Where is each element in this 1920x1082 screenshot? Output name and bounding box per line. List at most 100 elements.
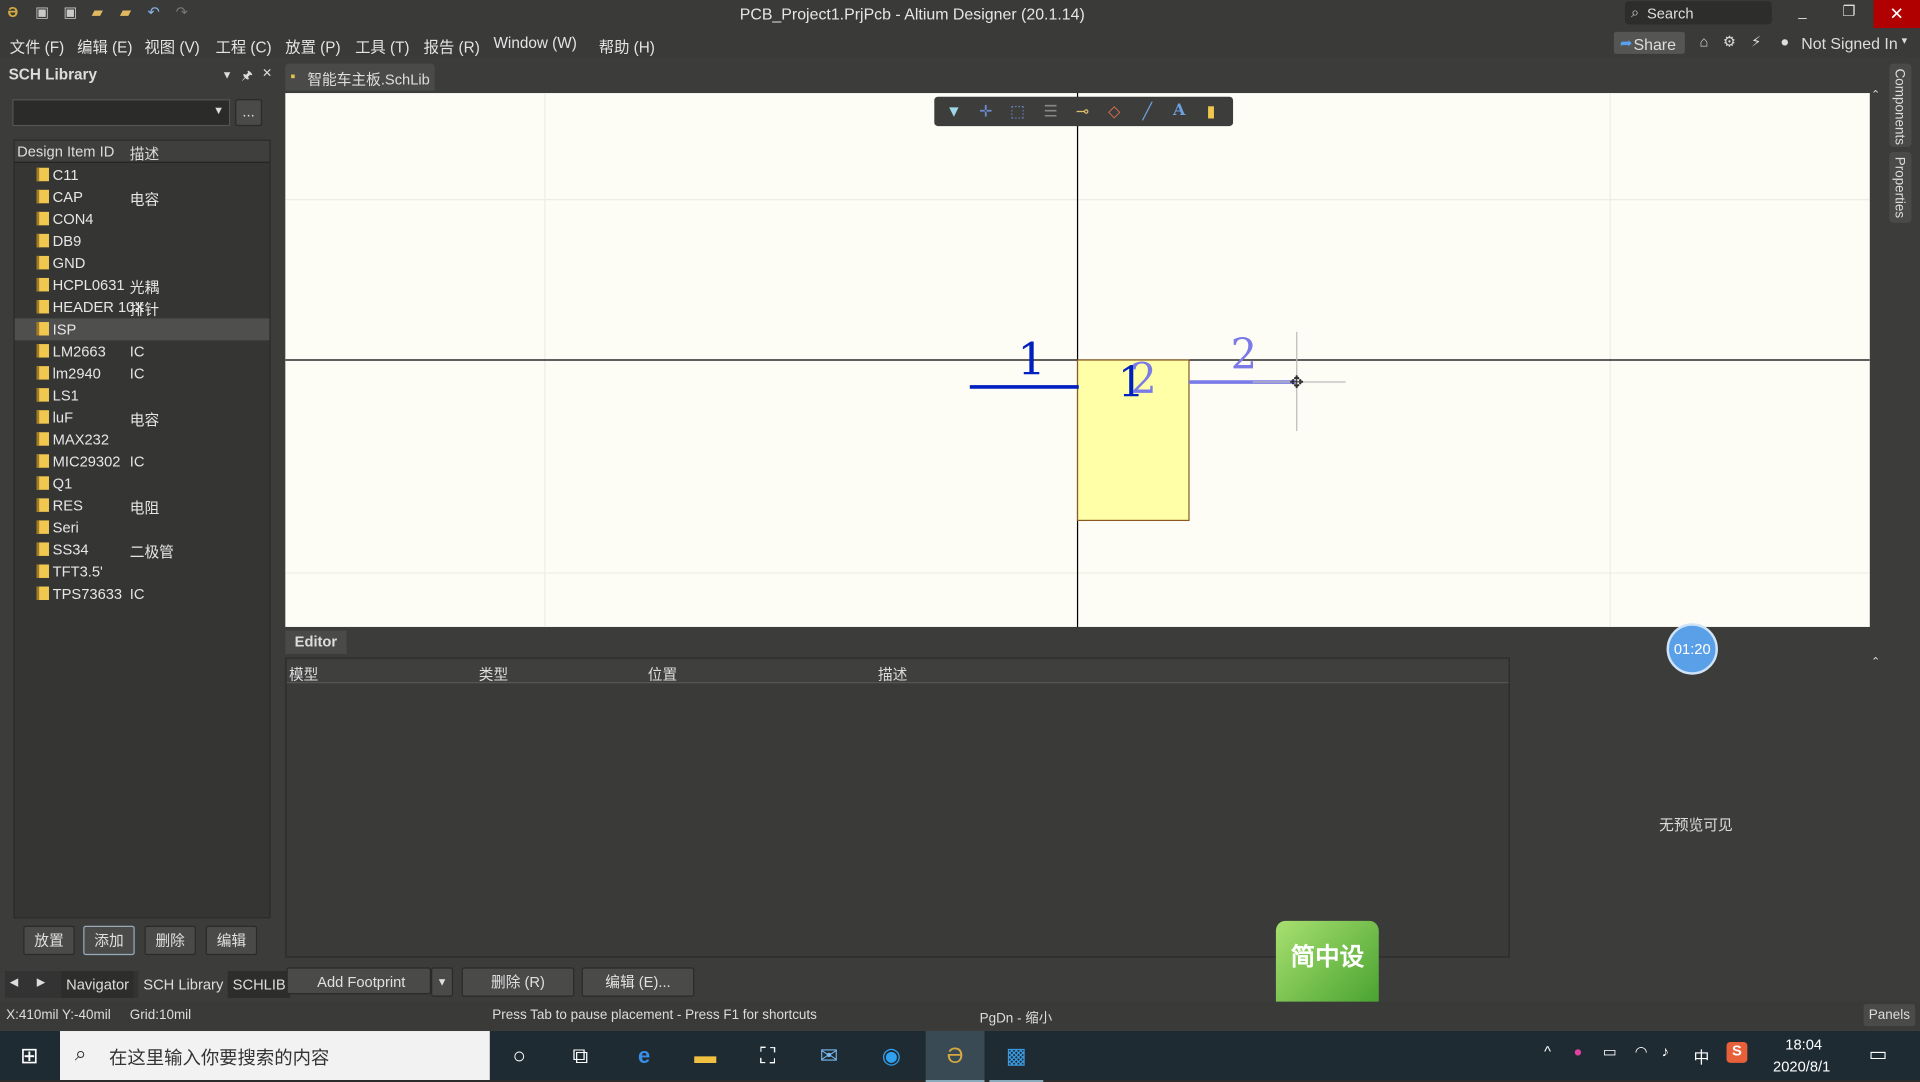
list-item[interactable]: ISP — [14, 318, 270, 341]
menu-file[interactable]: 文件 (F) — [10, 34, 64, 57]
place-button[interactable]: 放置 — [23, 925, 75, 956]
side-tab-components[interactable]: Components — [1889, 63, 1912, 147]
close-button[interactable]: ✕ — [1873, 0, 1920, 29]
filter-icon[interactable]: ▼ — [944, 102, 964, 122]
search-box[interactable]: ⌕ Search — [1624, 1, 1772, 25]
restore-button[interactable]: ❐ — [1837, 2, 1861, 19]
list-item[interactable]: TPS73633 IC — [15, 583, 270, 605]
list-item[interactable]: C11 — [15, 164, 270, 186]
windows-start-icon[interactable]: ⊞ — [15, 1041, 44, 1070]
column-description[interactable]: 描述 — [878, 664, 907, 685]
clock-date[interactable]: 2020/8/1 — [1773, 1058, 1830, 1075]
list-item[interactable]: Q1 — [15, 473, 270, 495]
qq-tray-icon[interactable]: ● — [1573, 1043, 1582, 1060]
list-item[interactable]: lm2940 IC — [15, 362, 270, 384]
list-item[interactable]: SS34 二极管 — [15, 539, 270, 561]
place-pin-icon[interactable]: ⊸ — [1073, 102, 1093, 122]
add-footprint-dropdown-icon[interactable]: ▼ — [431, 967, 454, 997]
altium-taskbar-button[interactable]: Ə — [925, 1031, 985, 1082]
filter-combo[interactable]: ▼ — [12, 99, 231, 127]
delete-model-button[interactable]: 删除 (R) — [461, 967, 575, 997]
align-icon[interactable]: ☰ — [1041, 102, 1061, 122]
sogou-icon[interactable]: S — [1726, 1042, 1748, 1063]
side-tab-properties[interactable]: Properties — [1889, 151, 1912, 223]
collapse-up-icon[interactable]: ⌃ — [1871, 88, 1880, 101]
panel-close-icon[interactable]: ✕ — [262, 67, 272, 80]
home-icon[interactable]: ⌂ — [1700, 33, 1709, 50]
list-item[interactable]: CAP 电容 — [15, 186, 270, 208]
menu-edit[interactable]: 编辑 (E) — [77, 34, 132, 57]
list-item[interactable]: luF 电容 — [15, 407, 270, 429]
menu-tools[interactable]: 工具 (T) — [355, 34, 409, 57]
tray-expand-icon[interactable]: ^ — [1544, 1043, 1551, 1060]
delete-button[interactable]: 删除 — [144, 925, 196, 956]
edge-icon[interactable]: e — [629, 1041, 658, 1070]
battery-icon[interactable]: ▭ — [1603, 1043, 1617, 1060]
column-type[interactable]: 类型 — [479, 664, 508, 685]
taskbar-search[interactable]: ⌕ 在这里输入你要搜索的内容 — [60, 1031, 490, 1081]
column-description[interactable]: 描述 — [130, 143, 159, 164]
menu-place[interactable]: 放置 (P) — [285, 34, 340, 57]
wifi-icon[interactable]: ◠ — [1635, 1043, 1648, 1060]
tab-scroll-right-icon[interactable]: ▶ — [37, 976, 45, 989]
list-item[interactable]: HEADER 10X 排针 — [15, 296, 270, 318]
cortana-icon[interactable]: ○ — [504, 1041, 533, 1070]
gear-icon[interactable]: ⚙ — [1723, 33, 1736, 50]
list-item[interactable]: DB9 — [15, 230, 270, 252]
list-item[interactable]: CON4 — [15, 208, 270, 230]
add-button[interactable]: 添加 — [83, 925, 135, 956]
menu-reports[interactable]: 报告 (R) — [424, 34, 480, 57]
list-item[interactable]: RES 电阻 — [15, 495, 270, 517]
list-item[interactable]: MIC29302 IC — [15, 451, 270, 473]
menu-project[interactable]: 工程 (C) — [216, 34, 272, 57]
list-item[interactable]: MAX232 — [15, 429, 270, 451]
pin-icon[interactable]: 🖈 — [241, 67, 252, 88]
chevron-down-icon[interactable]: ▾ — [1902, 34, 1908, 47]
editor-tab[interactable]: Editor — [285, 630, 347, 654]
list-item[interactable]: GND — [15, 252, 270, 274]
column-location[interactable]: 位置 — [648, 664, 677, 685]
list-item[interactable]: TFT3.5' — [15, 561, 270, 583]
tab-sch-library[interactable]: SCH Library — [138, 971, 229, 998]
volume-icon[interactable]: ♪ — [1662, 1043, 1669, 1060]
panel-menu-icon[interactable]: ▼ — [222, 69, 233, 81]
document-tab[interactable]: ▪ 智能车主板.SchLib * — [285, 63, 435, 107]
list-item[interactable]: LS1 — [15, 384, 270, 406]
mail-icon[interactable]: ✉ — [814, 1041, 843, 1070]
notifications-off-icon[interactable]: ⚡ — [1751, 33, 1761, 50]
edit-button[interactable]: 编辑 — [205, 925, 258, 956]
component-icon[interactable]: ▮ — [1201, 102, 1221, 122]
tab-schlib[interactable]: SCHLIB — [227, 971, 291, 998]
schematic-canvas[interactable]: ✥ 1 2 1 2 — [285, 93, 1870, 627]
column-model[interactable]: 模型 — [289, 664, 318, 685]
menu-view[interactable]: 视图 (V) — [144, 34, 199, 57]
collapse-up-icon[interactable]: ⌃ — [1871, 655, 1880, 668]
qq-browser-icon[interactable]: ◉ — [877, 1041, 906, 1070]
clock-time[interactable]: 18:04 — [1785, 1036, 1822, 1053]
eraser-icon[interactable]: ◇ — [1104, 102, 1124, 122]
list-item[interactable]: HCPL0631 光耦 — [15, 274, 270, 296]
list-item[interactable]: Seri — [15, 517, 270, 539]
notification-center-icon[interactable]: ▭ — [1869, 1042, 1888, 1066]
filter-options-button[interactable]: ... — [235, 99, 263, 127]
tab-navigator[interactable]: Navigator — [61, 971, 134, 998]
store-icon[interactable]: ⛶ — [753, 1041, 782, 1070]
select-icon[interactable]: ⬚ — [1008, 102, 1028, 122]
list-item[interactable]: LM2663 IC — [15, 340, 270, 362]
menu-window[interactable]: Window (W) — [493, 34, 576, 51]
photos-taskbar-button[interactable]: ▩ — [989, 1031, 1044, 1082]
ime-indicator[interactable]: 中 — [1693, 1044, 1709, 1067]
minimize-button[interactable]: _ — [1790, 2, 1814, 19]
add-footprint-button[interactable]: Add Footprint — [286, 967, 432, 995]
tab-scroll-left-icon[interactable]: ◀ — [10, 976, 18, 989]
task-view-icon[interactable]: ⧉ — [566, 1041, 595, 1070]
column-design-item-id[interactable]: Design Item ID — [17, 143, 114, 160]
line-icon[interactable]: ╱ — [1138, 102, 1158, 122]
move-icon[interactable]: ✛ — [976, 102, 996, 122]
panels-button[interactable]: Panels — [1863, 1004, 1916, 1027]
menu-help[interactable]: 帮助 (H) — [599, 34, 655, 57]
text-icon[interactable]: A — [1169, 102, 1189, 122]
share-button[interactable]: ➦ Share — [1613, 31, 1685, 54]
user-menu[interactable]: Not Signed In — [1801, 34, 1897, 52]
file-explorer-icon[interactable]: ▬ — [691, 1041, 720, 1070]
